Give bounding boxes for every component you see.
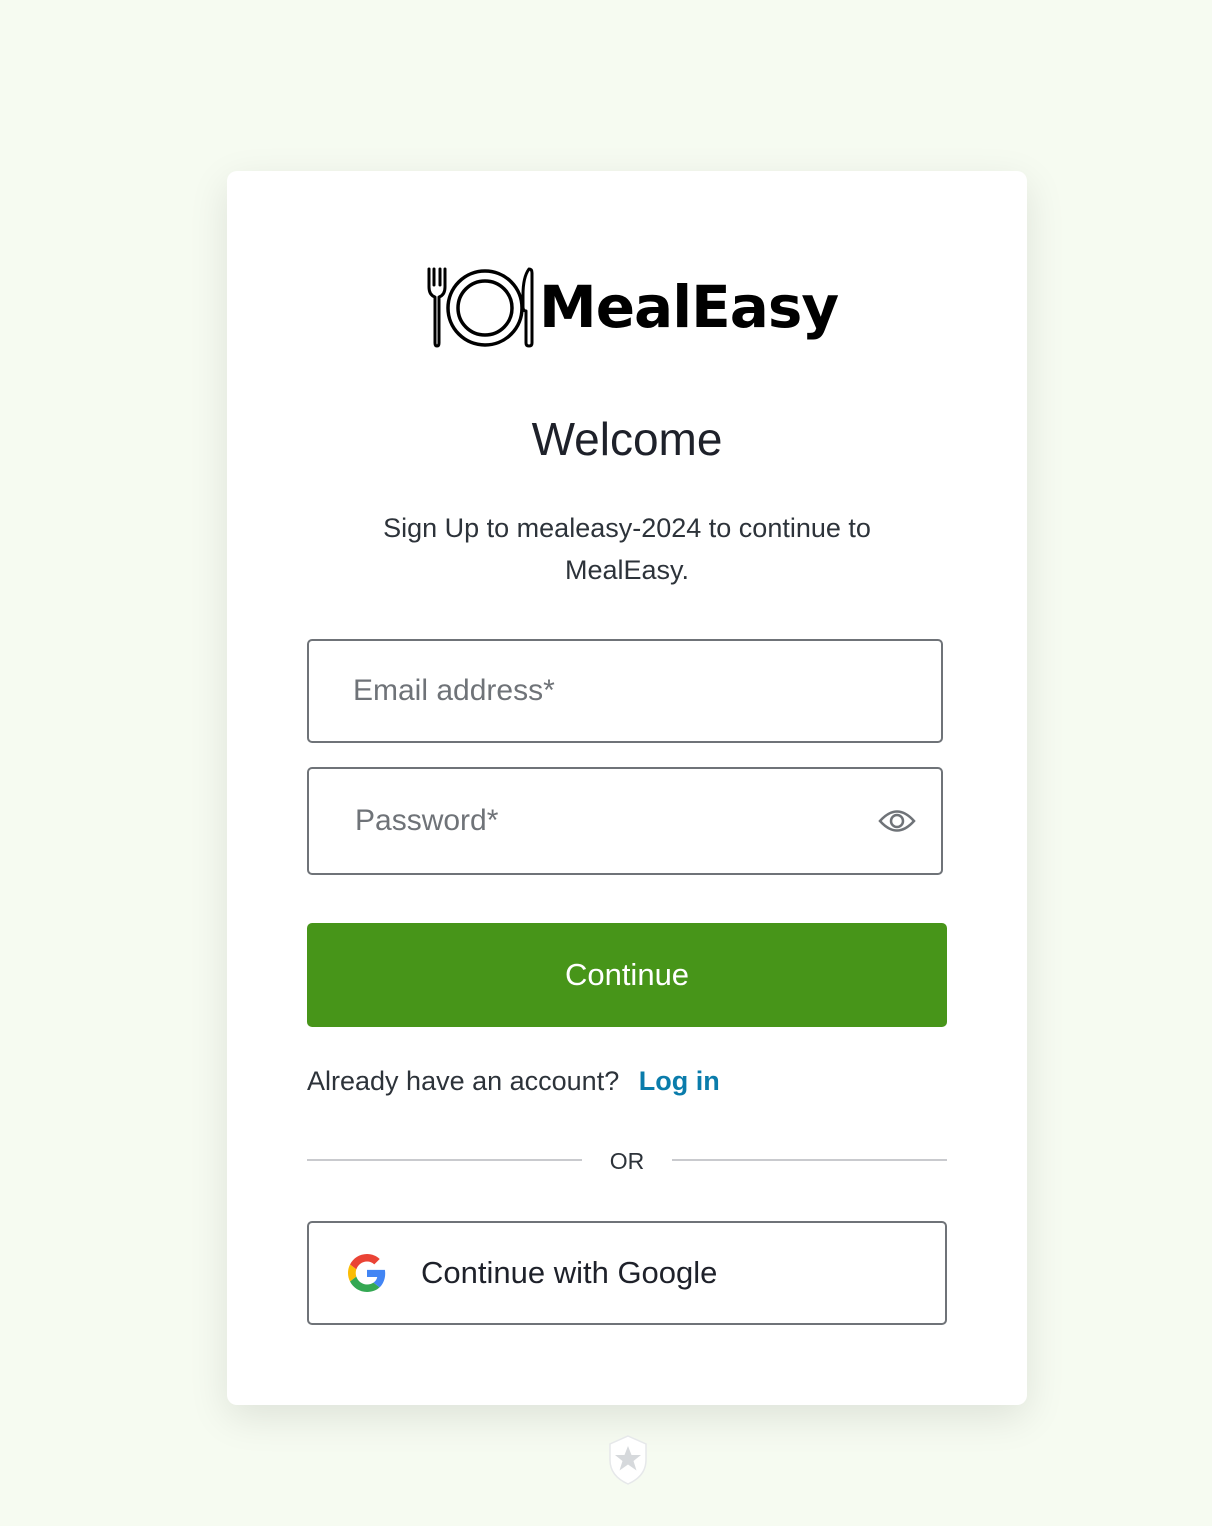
email-input[interactable] [309, 641, 941, 741]
login-link[interactable]: Log in [639, 1066, 720, 1096]
login-prompt: Already have an account? Log in [307, 1061, 720, 1101]
brand-name: MealEasy [539, 273, 839, 341]
continue-button[interactable]: Continue [307, 923, 947, 1027]
signup-card: MealEasy Welcome Sign Up to mealeasy-202… [227, 171, 1027, 1405]
plate-fork-knife-icon [427, 267, 534, 348]
brand-logo: MealEasy [423, 267, 839, 348]
or-divider: OR [307, 1143, 947, 1179]
divider-label: OR [609, 1148, 645, 1174]
page-title: Welcome [531, 413, 723, 465]
email-field [307, 639, 943, 743]
login-page: MealEasy Welcome Sign Up to mealeasy-202… [0, 0, 1212, 1526]
password-field [307, 767, 943, 875]
continue-with-google-button[interactable]: Continue with Google [307, 1221, 947, 1325]
page-subtitle: Sign Up to mealeasy-2024 to continue to … [383, 513, 871, 585]
show-password-button[interactable] [877, 801, 917, 841]
eye-icon [878, 810, 916, 832]
shield-star-icon [609, 1435, 647, 1485]
google-button-label: Continue with Google [421, 1255, 718, 1290]
divider-line-right [672, 1159, 947, 1161]
google-icon [347, 1253, 387, 1293]
password-input[interactable] [309, 769, 941, 873]
login-prompt-text: Already have an account? [307, 1066, 620, 1096]
